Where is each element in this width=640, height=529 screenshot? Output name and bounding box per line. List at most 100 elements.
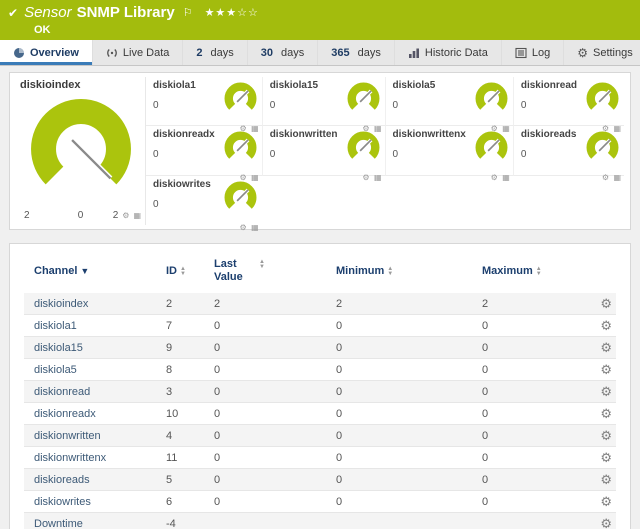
log-list-icon — [515, 47, 527, 59]
table-row-diskioreads: diskioreads 5 0 0 0 ⚙ — [24, 469, 616, 491]
column-header-last-value[interactable]: Last Value ▲▼ — [214, 258, 336, 284]
gauge-value: 0 — [521, 149, 577, 160]
channel-settings-gear-icon[interactable]: ⚙ — [600, 495, 616, 508]
gauge-dial — [222, 129, 259, 166]
mini-grid-icon[interactable]: ▦ — [613, 173, 621, 182]
gauge-dial — [222, 80, 259, 117]
bar-chart-icon — [408, 47, 420, 59]
mini-grid-icon[interactable]: ▦ — [502, 173, 510, 182]
channel-settings-gear-icon[interactable]: ⚙ — [600, 319, 616, 332]
tab-log[interactable]: Log — [502, 40, 564, 65]
table-row-downtime: Downtime -4 ⚙ — [24, 513, 616, 529]
gauge-dial — [584, 80, 621, 117]
channel-settings-gear-icon[interactable]: ⚙ — [600, 473, 616, 486]
table-header: Channel ▼ ID ▲▼ Last Value ▲▼ Minimum ▲▼… — [24, 252, 616, 293]
tab-2-days[interactable]: 2days — [183, 40, 247, 65]
table-row-diskiola5: diskiola5 8 0 0 0 ⚙ — [24, 359, 616, 381]
mini-grid-icon[interactable]: ▦ — [133, 211, 141, 220]
pie-chart-icon — [13, 47, 25, 59]
sort-icon: ▲▼ — [536, 267, 542, 276]
mini-gear-icon[interactable]: ⚙ — [362, 173, 369, 182]
channel-name: Downtime — [34, 518, 166, 529]
table-body: diskioindex 2 2 2 2 ⚙ diskiola1 7 0 0 0 … — [24, 293, 616, 529]
mini-gear-icon[interactable]: ⚙ — [491, 173, 498, 182]
channel-table-panel: Channel ▼ ID ▲▼ Last Value ▲▼ Minimum ▲▼… — [9, 243, 631, 529]
channel-name: diskionread — [34, 386, 166, 398]
gauge-value: 0 — [270, 100, 318, 111]
gauge-cell-diskiola15[interactable]: diskiola15 0 ⚙ ▦ — [262, 77, 385, 126]
tab-live-data[interactable]: Live Data — [93, 40, 183, 65]
table-row-diskiola15: diskiola15 9 0 0 0 ⚙ — [24, 337, 616, 359]
gauge-scale: 2 0 2 ⚙ ▦ — [20, 210, 141, 222]
column-header-maximum[interactable]: Maximum ▲▼ — [482, 265, 600, 277]
mini-gear-icon[interactable]: ⚙ — [240, 223, 247, 232]
gauge-cell-diskiola5[interactable]: diskiola5 0 ⚙ ▦ — [385, 77, 513, 126]
sort-desc-icon: ▼ — [80, 266, 89, 276]
flag-icon[interactable]: ⚐ — [183, 6, 193, 19]
sensor-header: ✔ SensorSNMP Library ⚐ ★★★☆☆ OK — [0, 0, 640, 40]
gauge-cell-diskionread[interactable]: diskionread 0 ⚙ ▦ — [513, 77, 624, 126]
main-gauge-diskioindex[interactable]: diskioindex 2 0 2 ⚙ ▦ — [16, 77, 145, 225]
gauge-value: 0 — [521, 100, 577, 111]
mini-gear-icon[interactable]: ⚙ — [122, 211, 129, 220]
table-row-diskioindex: diskioindex 2 2 2 2 ⚙ — [24, 293, 616, 315]
channel-settings-gear-icon[interactable]: ⚙ — [600, 341, 616, 354]
gauge-label: diskionread — [521, 80, 577, 91]
small-gauges-grid: diskiola1 0 ⚙ ▦ diskiola15 0 ⚙ ▦ — [145, 77, 624, 225]
mini-grid-icon[interactable]: ▦ — [251, 223, 259, 232]
priority-stars[interactable]: ★★★☆☆ — [205, 6, 259, 19]
scale-mid-label: 0 — [78, 210, 84, 221]
table-row-diskionread: diskionread 3 0 0 0 ⚙ — [24, 381, 616, 403]
gauge-value: 0 — [153, 149, 215, 160]
gauge-value: 0 — [393, 100, 436, 111]
gauge-cell-diskiowrites[interactable]: diskiowrites 0 ⚙ ▦ — [146, 176, 262, 225]
channel-settings-gear-icon[interactable]: ⚙ — [600, 429, 616, 442]
table-row-diskionreadx: diskionreadx 10 0 0 0 ⚙ — [24, 403, 616, 425]
channel-settings-gear-icon[interactable]: ⚙ — [600, 385, 616, 398]
channel-settings-gear-icon[interactable]: ⚙ — [600, 363, 616, 376]
channel-name: diskiola5 — [34, 364, 166, 376]
prtg-sensor-page: ✔ SensorSNMP Library ⚐ ★★★☆☆ OK Overview… — [0, 0, 640, 529]
gauge-value: 0 — [270, 149, 338, 160]
page-title: SensorSNMP Library — [24, 4, 175, 21]
tab-365-days[interactable]: 365days — [318, 40, 395, 65]
tab-30-days[interactable]: 30days — [248, 40, 319, 65]
gauge-cell-diskionwrittenx[interactable]: diskionwrittenx 0 ⚙ ▦ — [385, 126, 513, 175]
tab-overview[interactable]: Overview — [0, 40, 93, 65]
channel-name: diskiola15 — [34, 342, 166, 354]
live-signal-icon — [106, 47, 118, 59]
tab-historic-data[interactable]: Historic Data — [395, 40, 502, 65]
tab-bar: Overview Live Data 2days 30days 365days … — [0, 40, 640, 66]
scale-min-label: 2 — [24, 210, 30, 221]
tab-settings[interactable]: ⚙ Settings — [564, 40, 640, 65]
channel-name: diskioindex — [34, 298, 166, 310]
column-header-id[interactable]: ID ▲▼ — [166, 265, 214, 277]
mini-grid-icon[interactable]: ▦ — [374, 173, 382, 182]
gauge-cell-diskiola1[interactable]: diskiola1 0 ⚙ ▦ — [146, 77, 262, 126]
channel-settings-gear-icon[interactable]: ⚙ — [600, 517, 616, 529]
gauge-cell-diskionreadx[interactable]: diskionreadx 0 ⚙ ▦ — [146, 126, 262, 175]
gauge-value: 0 — [153, 100, 196, 111]
gauge-label: diskiola1 — [153, 80, 196, 91]
column-header-channel[interactable]: Channel ▼ — [34, 265, 166, 277]
gauge-dial — [345, 80, 382, 117]
gauge-value: 0 — [153, 199, 211, 210]
channel-settings-gear-icon[interactable]: ⚙ — [600, 407, 616, 420]
gauge-dial — [345, 129, 382, 166]
mini-gear-icon[interactable]: ⚙ — [602, 173, 609, 182]
gauge-dial — [473, 129, 510, 166]
gauge-label: diskioreads — [521, 129, 577, 140]
gear-icon: ⚙ — [577, 47, 588, 59]
gauge-dial — [23, 91, 139, 207]
gauge-label: diskionreadx — [153, 129, 215, 140]
table-row-diskiola1: diskiola1 7 0 0 0 ⚙ — [24, 315, 616, 337]
column-header-minimum[interactable]: Minimum ▲▼ — [336, 265, 482, 277]
channel-settings-gear-icon[interactable]: ⚙ — [600, 451, 616, 464]
channel-settings-gear-icon[interactable]: ⚙ — [600, 297, 616, 310]
status-check-icon: ✔ — [8, 7, 18, 19]
gauge-label: diskiola5 — [393, 80, 436, 91]
sort-icon: ▲▼ — [259, 260, 265, 269]
gauge-cell-diskionwritten[interactable]: diskionwritten 0 ⚙ ▦ — [262, 126, 385, 175]
gauge-cell-diskioreads[interactable]: diskioreads 0 ⚙ ▦ — [513, 126, 624, 175]
table-row-diskionwrittenx: diskionwrittenx 11 0 0 0 ⚙ — [24, 447, 616, 469]
